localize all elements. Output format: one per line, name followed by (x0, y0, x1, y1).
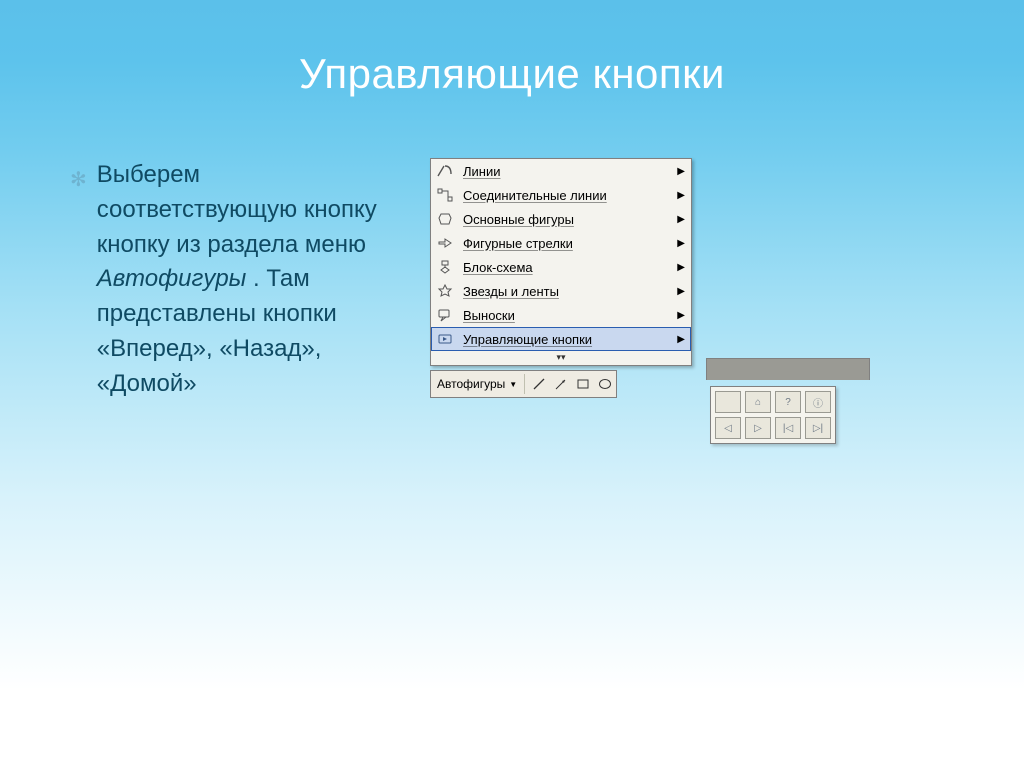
menu-item-connectors[interactable]: Соединительные линии ▶ (431, 183, 691, 207)
submenu-arrow-icon: ▶ (677, 334, 685, 345)
action-buttons-icon (435, 330, 455, 348)
screenshot-region: Линии ▶ Соединительные линии ▶ (430, 158, 954, 398)
menu-expand-chevron[interactable]: ▾ ▾ (431, 351, 691, 365)
action-button-cell[interactable]: ⓘ (805, 391, 831, 413)
action-button-cell[interactable]: ◁ (715, 417, 741, 439)
action-buttons-grid: ⌂ ? ⓘ ◁ ▷ |◁ ▷| (710, 386, 836, 444)
menu-label: Соединительные линии (463, 188, 671, 203)
submenu-arrow-icon: ▶ (677, 286, 685, 297)
submenu-arrow-icon: ▶ (677, 166, 685, 177)
basic-shapes-icon (435, 210, 455, 228)
toolbar-oval-button[interactable] (594, 373, 616, 395)
slide-title: Управляющие кнопки (70, 50, 954, 98)
autoshapes-ui: Линии ▶ Соединительные линии ▶ (430, 158, 954, 398)
submenu-arrow-icon: ▶ (677, 262, 685, 273)
connectors-icon (435, 186, 455, 204)
menu-item-callouts[interactable]: Выноски ▶ (431, 303, 691, 327)
body-span: Выберем соответствующую кнопку кнопку из… (97, 158, 400, 402)
autoshapes-dropdown-label[interactable]: Автофигуры (431, 377, 509, 391)
dropdown-arrow-icon[interactable]: ▼ (509, 380, 521, 389)
menu-item-stars[interactable]: Звезды и ленты ▶ (431, 279, 691, 303)
body-pre: Выберем соответствующую кнопку кнопку из… (97, 161, 377, 258)
action-button-cell[interactable]: ▷| (805, 417, 831, 439)
menu-item-flowchart[interactable]: Блок-схема ▶ (431, 255, 691, 279)
menu-item-lines[interactable]: Линии ▶ (431, 159, 691, 183)
menu-label: Управляющие кнопки (463, 332, 671, 347)
toolbar-separator (524, 374, 525, 394)
body-text: ✻ Выберем соответствующую кнопку кнопку … (70, 158, 400, 402)
menu-item-action-buttons[interactable]: Управляющие кнопки ▶ (431, 327, 691, 351)
toolbar-line-button[interactable] (528, 373, 550, 395)
submenu-arrow-icon: ▶ (677, 310, 685, 321)
autoshapes-menu[interactable]: Линии ▶ Соединительные линии ▶ (430, 158, 692, 366)
menu-label: Звезды и ленты (463, 284, 671, 299)
menu-label: Фигурные стрелки (463, 236, 671, 251)
slide: Управляющие кнопки ✻ Выберем соответству… (0, 0, 1024, 767)
action-button-cell[interactable]: ? (775, 391, 801, 413)
menu-label: Основные фигуры (463, 212, 671, 227)
menu-label: Блок-схема (463, 260, 671, 275)
action-button-cell[interactable] (715, 391, 741, 413)
submenu-arrow-icon: ▶ (677, 238, 685, 249)
content-row: ✻ Выберем соответствующую кнопку кнопку … (70, 158, 954, 402)
flowchart-icon (435, 258, 455, 276)
menu-item-block-arrows[interactable]: Фигурные стрелки ▶ (431, 231, 691, 255)
submenu-titlebar (706, 358, 870, 380)
action-button-cell[interactable]: |◁ (775, 417, 801, 439)
bullet-star-icon: ✻ (70, 166, 87, 195)
menu-label: Линии (463, 164, 671, 179)
callouts-icon (435, 306, 455, 324)
action-button-cell[interactable]: ▷ (745, 417, 771, 439)
menu-label: Выноски (463, 308, 671, 323)
block-arrows-icon (435, 234, 455, 252)
body-italic: Автофигуры (97, 265, 247, 292)
menu-item-basic-shapes[interactable]: Основные фигуры ▶ (431, 207, 691, 231)
submenu-arrow-icon: ▶ (677, 214, 685, 225)
bullet-item: ✻ Выберем соответствующую кнопку кнопку … (70, 158, 400, 402)
submenu-arrow-icon: ▶ (677, 190, 685, 201)
drawing-toolbar: Автофигуры ▼ (430, 370, 617, 398)
stars-icon (435, 282, 455, 300)
lines-icon (435, 162, 455, 180)
toolbar-arrow-button[interactable] (550, 373, 572, 395)
toolbar-rect-button[interactable] (572, 373, 594, 395)
action-button-cell[interactable]: ⌂ (745, 391, 771, 413)
chevron-down-icon: ▾ (561, 352, 566, 363)
